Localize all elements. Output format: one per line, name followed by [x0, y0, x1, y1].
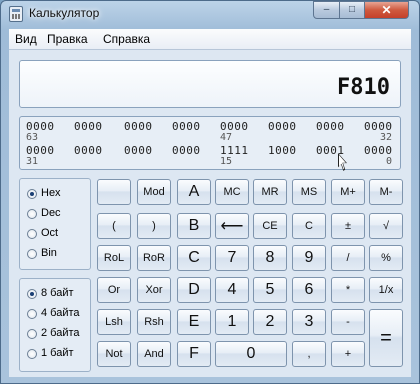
percent-key[interactable]: %: [369, 245, 403, 271]
radio-label: 4 байта: [41, 307, 80, 319]
bit-group[interactable]: 0001: [316, 144, 345, 157]
menu-edit[interactable]: Правка: [47, 32, 88, 46]
radio-button-icon: [27, 249, 37, 259]
decimal-key[interactable]: ,: [292, 341, 326, 367]
digit-6-key[interactable]: 6: [292, 277, 326, 303]
equals-key[interactable]: =: [369, 309, 403, 367]
menu-view[interactable]: Вид: [15, 32, 37, 46]
radio-button-icon: [27, 329, 37, 339]
left-shift-key[interactable]: Lsh: [97, 309, 131, 335]
radio-label: 2 байта: [41, 327, 80, 339]
radio-label: Hex: [41, 187, 61, 199]
radio-label: Bin: [41, 247, 57, 259]
digit-5-key[interactable]: 5: [253, 277, 287, 303]
minus-key[interactable]: -: [331, 309, 365, 335]
hex-e-key[interactable]: E: [177, 309, 211, 335]
memory-store-key[interactable]: MS: [292, 179, 326, 205]
hex-c-key[interactable]: C: [177, 245, 211, 271]
bit-group[interactable]: 1000: [268, 144, 297, 157]
bit-group[interactable]: 0000: [124, 144, 153, 157]
multiply-key[interactable]: *: [331, 277, 365, 303]
digit-4-key[interactable]: 4: [215, 277, 249, 303]
bit-index-label: 32: [380, 132, 393, 143]
bit-index-label: 0: [386, 156, 393, 167]
memory-clear-key[interactable]: MC: [215, 179, 249, 205]
radio-button-icon: [27, 349, 37, 359]
negate-key[interactable]: ±: [331, 213, 365, 239]
clear-entry-key[interactable]: CE: [253, 213, 287, 239]
calculator-window: Калькулятор – □ ✕ Вид Правка Справка F81…: [0, 0, 420, 384]
menu-bar: Вид Правка Справка: [9, 29, 411, 50]
rotate-left-key[interactable]: RoL: [97, 245, 131, 271]
bit-group[interactable]: 0000: [172, 120, 201, 133]
digit-1-key[interactable]: 1: [215, 309, 249, 335]
bit-index-label: 31: [26, 156, 39, 167]
word-size-group: 8 байт 4 байта 2 байта 1 байт: [19, 278, 91, 372]
radio-label: 1 байт: [41, 347, 74, 359]
radio-label: 8 байт: [41, 287, 74, 299]
number-base-group: Hex Dec Oct Bin: [19, 178, 91, 270]
or-key[interactable]: Or: [97, 277, 131, 303]
bit-group[interactable]: 0000: [74, 120, 103, 133]
digit-3-key[interactable]: 3: [292, 309, 326, 335]
bit-group[interactable]: 0000: [172, 144, 201, 157]
rotate-right-key[interactable]: RoR: [137, 245, 171, 271]
xor-key[interactable]: Xor: [137, 277, 171, 303]
bit-index-label: 15: [220, 156, 233, 167]
digit-2-key[interactable]: 2: [253, 309, 287, 335]
bit-group[interactable]: 0000: [268, 120, 297, 133]
clear-key[interactable]: C: [292, 213, 326, 239]
bit-group[interactable]: 0000: [316, 120, 345, 133]
bit-index-label: 63: [26, 132, 39, 143]
calculator-icon: [9, 6, 23, 22]
mod-key[interactable]: Mod: [137, 179, 171, 205]
radio-button-icon: [27, 309, 37, 319]
bit-index-label: 47: [220, 132, 233, 143]
radio-label: Oct: [41, 227, 59, 239]
reciprocal-key[interactable]: 1/x: [369, 277, 403, 303]
hex-d-key[interactable]: D: [177, 277, 211, 303]
hex-b-key[interactable]: B: [177, 213, 211, 239]
digit-8-key[interactable]: 8: [253, 245, 287, 271]
window-title: Калькулятор: [29, 6, 100, 20]
bit-group[interactable]: 0000: [124, 120, 153, 133]
calculator-body: F810 0000 0000 0000 0000 0000 0000 0000 …: [9, 50, 411, 377]
hex-f-key[interactable]: F: [177, 341, 211, 367]
digit-9-key[interactable]: 9: [292, 245, 326, 271]
radio-button-icon: [27, 229, 37, 239]
plus-key[interactable]: +: [331, 341, 365, 367]
not-key[interactable]: Not: [97, 341, 131, 367]
display-value: F810: [337, 75, 390, 100]
digit-7-key[interactable]: 7: [215, 245, 249, 271]
memory-add-key[interactable]: M+: [331, 179, 365, 205]
menu-help[interactable]: Справка: [103, 32, 150, 46]
and-key[interactable]: And: [137, 341, 171, 367]
square-root-key[interactable]: √: [369, 213, 403, 239]
display-panel: F810: [19, 60, 401, 108]
title-bar[interactable]: Калькулятор – □ ✕: [1, 1, 419, 27]
radio-button-icon: [27, 209, 37, 219]
radio-button-icon: [27, 189, 37, 199]
close-button[interactable]: ✕: [364, 1, 409, 19]
digit-0-key[interactable]: 0: [215, 341, 287, 367]
hex-a-key[interactable]: A: [177, 179, 211, 205]
close-paren-key[interactable]: ): [137, 213, 171, 239]
memory-subtract-key[interactable]: M-: [369, 179, 403, 205]
memory-recall-key[interactable]: MR: [253, 179, 287, 205]
radio-label: Dec: [41, 207, 61, 219]
backspace-key[interactable]: ⟵: [215, 213, 249, 239]
divide-key[interactable]: /: [331, 245, 365, 271]
open-paren-key[interactable]: (: [97, 213, 131, 239]
radio-button-icon: [27, 289, 37, 299]
right-shift-key[interactable]: Rsh: [137, 309, 171, 335]
bit-group[interactable]: 0000: [74, 144, 103, 157]
maximize-button[interactable]: □: [339, 1, 365, 19]
blank-key[interactable]: [97, 179, 131, 205]
minimize-button[interactable]: –: [313, 1, 340, 19]
